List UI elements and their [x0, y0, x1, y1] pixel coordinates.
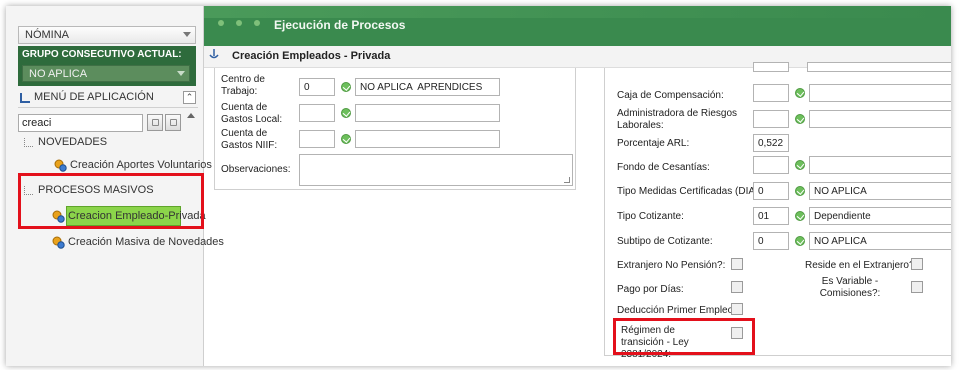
tree-node-novedades[interactable]: NOVEDADES — [24, 136, 107, 148]
extranjero-no-pension-checkbox[interactable] — [731, 258, 743, 270]
group-panel: GRUPO CONSECUTIVO ACTUAL: NO APLICA — [18, 46, 196, 86]
cuenta-local-code[interactable] — [299, 104, 335, 122]
check-icon — [795, 186, 805, 196]
chevron-down-icon — [183, 32, 191, 37]
check-icon — [795, 88, 805, 98]
app-window: NÓMINA GRUPO CONSECUTIVO ACTUAL: NO APLI… — [6, 6, 951, 366]
observaciones-textarea[interactable] — [299, 154, 573, 186]
group-select[interactable]: NO APLICA — [22, 65, 190, 82]
fondo-cesantias-code[interactable] — [753, 156, 789, 174]
cuenta-niif-code[interactable] — [299, 130, 335, 148]
gear-icon — [54, 159, 67, 172]
tipo-medidas-value[interactable] — [809, 182, 951, 200]
tipo-cotizante-code[interactable] — [753, 207, 789, 225]
tree-item-aportes[interactable]: Creación Aportes Voluntarios y — [54, 159, 221, 172]
scroll-up-icon — [187, 113, 195, 118]
highlight-box-menu — [18, 173, 204, 229]
scrollbar[interactable] — [186, 110, 196, 124]
caja-compensacion-value[interactable] — [809, 84, 951, 102]
caja-compensacion-label: Caja de Compensación: — [617, 90, 724, 101]
centro-trabajo-code[interactable] — [299, 78, 335, 96]
arl-code[interactable] — [753, 110, 789, 128]
company-select[interactable]: NÓMINA — [18, 26, 196, 44]
subtipo-cotizante-label: Subtipo de Cotizante: — [617, 236, 713, 247]
check-icon — [795, 160, 805, 170]
window-dot-icon — [236, 20, 242, 26]
group-label: GRUPO CONSECUTIVO ACTUAL: — [22, 49, 182, 60]
observaciones-label: Observaciones: — [221, 164, 291, 175]
resize-grip-icon[interactable] — [564, 177, 570, 183]
search-clear-button[interactable] — [147, 114, 163, 131]
arl-value[interactable] — [809, 110, 951, 128]
tipo-cotizante-value[interactable] — [809, 207, 951, 225]
chevron-down-icon — [177, 71, 185, 76]
tree-branch-icon — [24, 138, 33, 147]
deduccion-primer-empleo-label: Deducción Primer Empleo: — [617, 305, 736, 316]
check-icon — [795, 211, 805, 221]
window-dot-icon — [254, 20, 260, 26]
subtipo-cotizante-value[interactable] — [809, 232, 951, 250]
centro-trabajo-label: Centro de Trabajo: — [221, 74, 265, 97]
window-dot-icon — [218, 20, 224, 26]
tree-item-label: Creación Aportes Voluntarios y — [70, 159, 221, 171]
fondo-cesantias-label: Fondo de Cesantías: — [617, 162, 710, 173]
caja-compensacion-code[interactable] — [753, 84, 789, 102]
pin-icon[interactable] — [209, 49, 219, 61]
tree-item-label: Creación Masiva de Novedades — [68, 236, 224, 248]
menu-header: MENÚ DE APLICACIÓN ⌃ — [18, 88, 198, 108]
highlight-box-regimen — [613, 318, 755, 355]
check-icon — [341, 108, 351, 118]
form-title: Creación Empleados - Privada — [232, 50, 391, 62]
right-form-panel: Caja de Compensación: Administradora de … — [604, 62, 951, 360]
fondo-cesantias-value[interactable] — [809, 156, 951, 174]
centro-trabajo-value[interactable] — [355, 78, 500, 96]
es-variable-checkbox[interactable] — [911, 281, 923, 293]
tree-item-creacion-masiva[interactable]: Creación Masiva de Novedades — [52, 236, 224, 249]
cuenta-local-value[interactable] — [355, 104, 500, 122]
pago-por-dias-checkbox[interactable] — [731, 281, 743, 293]
menu-search-input[interactable] — [18, 114, 143, 132]
check-icon — [795, 114, 805, 124]
search-icon — [170, 119, 177, 126]
partial-input[interactable] — [753, 62, 789, 72]
menu-title: MENÚ DE APLICACIÓN — [34, 91, 154, 103]
es-variable-label: Es Variable - Comisiones?: — [819, 276, 881, 299]
window-titlebar: Ejecución de Procesos — [204, 6, 951, 46]
tipo-medidas-code[interactable] — [753, 182, 789, 200]
collapse-button[interactable]: ⌃ — [183, 91, 196, 104]
titlebar-gradient — [204, 6, 951, 18]
sidebar: NÓMINA GRUPO CONSECUTIVO ACTUAL: NO APLI… — [6, 6, 224, 366]
arl-label: Administradora de Riesgos Laborales: — [617, 108, 738, 131]
search-go-button[interactable] — [165, 114, 181, 131]
check-icon — [795, 236, 805, 246]
gear-icon — [52, 236, 65, 249]
reside-extranjero-label: Reside en el Extranjero?: — [805, 260, 918, 271]
tree-icon — [20, 93, 30, 103]
company-select-value: NÓMINA — [25, 29, 69, 41]
check-icon — [341, 82, 351, 92]
porcentaje-arl-label: Porcentaje ARL: — [617, 138, 690, 149]
cuenta-niif-value[interactable] — [355, 130, 500, 148]
cuenta-niif-label: Cuenta de Gastos NIIF: — [221, 128, 278, 151]
tipo-cotizante-label: Tipo Cotizante: — [617, 211, 684, 222]
reside-extranjero-checkbox[interactable] — [911, 258, 923, 270]
tipo-medidas-label: Tipo Medidas Certificadas (DIAN): — [617, 186, 769, 197]
extranjero-no-pension-label: Extranjero No Pensión?: — [617, 260, 726, 271]
deduccion-primer-empleo-checkbox[interactable] — [731, 303, 743, 315]
pago-por-dias-label: Pago por Días: — [617, 284, 684, 295]
window-title: Ejecución de Procesos — [274, 18, 406, 32]
left-form-panel: Centro de Trabajo: Cuenta de Gastos Loca… — [214, 68, 576, 190]
clear-icon — [152, 119, 159, 126]
tree-node-label: NOVEDADES — [38, 136, 108, 148]
porcentaje-arl-input[interactable] — [753, 134, 789, 152]
subtipo-cotizante-code[interactable] — [753, 232, 789, 250]
partial-input[interactable] — [807, 62, 951, 72]
group-select-value: NO APLICA — [29, 68, 88, 80]
check-icon — [341, 134, 351, 144]
cuenta-local-label: Cuenta de Gastos Local: — [221, 102, 283, 125]
